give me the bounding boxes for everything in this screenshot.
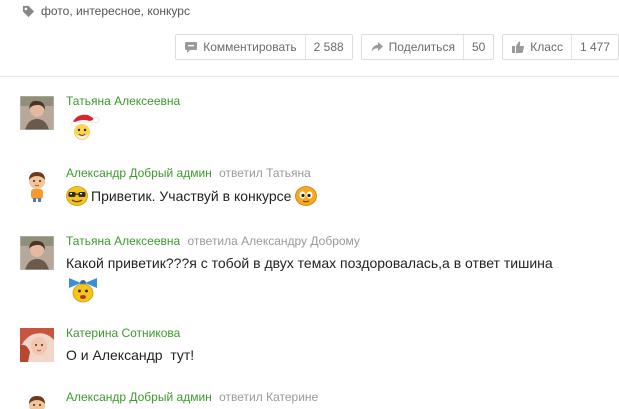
glasses-smiley-icon xyxy=(66,186,88,206)
avatar-boy-icon xyxy=(20,168,54,202)
santa-smiley-icon xyxy=(70,114,100,140)
tag-icon xyxy=(22,5,35,17)
comment-body: Татьяна Алексеевна ответила Александру Д… xyxy=(66,234,553,304)
comment-header: Татьяна Алексеевна ответила Александру Д… xyxy=(66,234,553,248)
action-bar: Комментировать 2 588 Поделиться 50 Класс xyxy=(167,34,619,60)
comment-text: Какой приветик???я с тобой в двух темах … xyxy=(66,254,553,272)
comment-author[interactable]: Татьяна Алексеевна xyxy=(66,94,180,108)
comment-body: Александр Добрый админ ответил Катерине xyxy=(66,390,318,404)
comment-author[interactable]: Александр Добрый админ xyxy=(66,390,212,404)
avatar[interactable] xyxy=(20,328,54,362)
like-icon xyxy=(512,41,525,53)
comment-body: Александр Добрый админ ответил Татьяна П… xyxy=(66,166,318,206)
like-count[interactable]: 1 477 xyxy=(570,35,618,59)
comment-reply-to[interactable]: ответил Катерине xyxy=(219,390,318,404)
comment-reply-to[interactable]: ответил Татьяна xyxy=(219,166,311,180)
comment-button[interactable]: Комментировать 2 588 xyxy=(175,34,353,60)
comment-text-content: О и Александр тут! xyxy=(66,347,195,363)
comment-header: Катерина Сотникова xyxy=(66,326,194,340)
comment-button-label: Комментировать xyxy=(203,40,297,54)
comment-body: Катерина Сотникова О и Александр тут! xyxy=(66,326,194,364)
comment-header: Татьяна Алексеевна xyxy=(66,94,180,108)
avatar[interactable] xyxy=(20,392,54,409)
avatar-boy-icon xyxy=(20,392,54,409)
comment-reply-to[interactable]: ответила Александру Доброму xyxy=(188,234,360,248)
like-button[interactable]: Класс 1 477 xyxy=(502,34,619,60)
bow-smiley-icon xyxy=(69,278,97,303)
comment-text-content: Какой приветик???я с тобой в двух темах … xyxy=(66,255,553,271)
comment-text-content: Приветик. Участвуй в конкурсе xyxy=(91,188,292,204)
divider xyxy=(0,76,619,77)
like-button-label-area[interactable]: Класс xyxy=(503,35,571,59)
like-button-label: Класс xyxy=(530,40,563,54)
share-count[interactable]: 50 xyxy=(462,35,493,59)
share-button-label-area[interactable]: Поделиться xyxy=(362,35,463,59)
comment-header: Александр Добрый админ ответил Татьяна xyxy=(66,166,317,180)
comment-text: О и Александр тут! xyxy=(66,346,194,364)
share-icon xyxy=(371,42,383,52)
comment-count[interactable]: 2 588 xyxy=(304,35,352,59)
comment-sticker xyxy=(66,274,553,304)
tags-text[interactable]: фото, интересное, конкурс xyxy=(41,4,190,18)
discussion-page: фото, интересное, конкурс Комментировать… xyxy=(0,0,619,409)
comment-text xyxy=(66,112,180,144)
avatar[interactable] xyxy=(20,96,54,130)
comment-author[interactable]: Александр Добрый админ xyxy=(66,166,212,180)
avatar-photo-girl xyxy=(20,328,54,362)
comment-author[interactable]: Татьяна Алексеевна xyxy=(66,234,180,248)
tags-row: фото, интересное, конкурс xyxy=(22,3,190,19)
avatar-photo-woman xyxy=(20,236,54,270)
comment-icon xyxy=(185,42,198,53)
comment-body: Татьяна Алексеевна xyxy=(66,94,180,144)
share-button-label: Поделиться xyxy=(388,40,455,54)
comment-header: Александр Добрый админ ответил Катерине xyxy=(66,390,318,404)
comment-button-label-area[interactable]: Комментировать xyxy=(176,35,304,59)
comment-text: Приветик. Участвуй в конкурсе xyxy=(66,186,318,206)
avatar[interactable] xyxy=(20,168,54,202)
share-button[interactable]: Поделиться 50 xyxy=(360,34,495,60)
avatar-photo-woman xyxy=(20,96,54,130)
big-eyes-smiley-icon xyxy=(295,186,318,206)
avatar[interactable] xyxy=(20,236,54,270)
comment-author[interactable]: Катерина Сотникова xyxy=(66,326,180,340)
